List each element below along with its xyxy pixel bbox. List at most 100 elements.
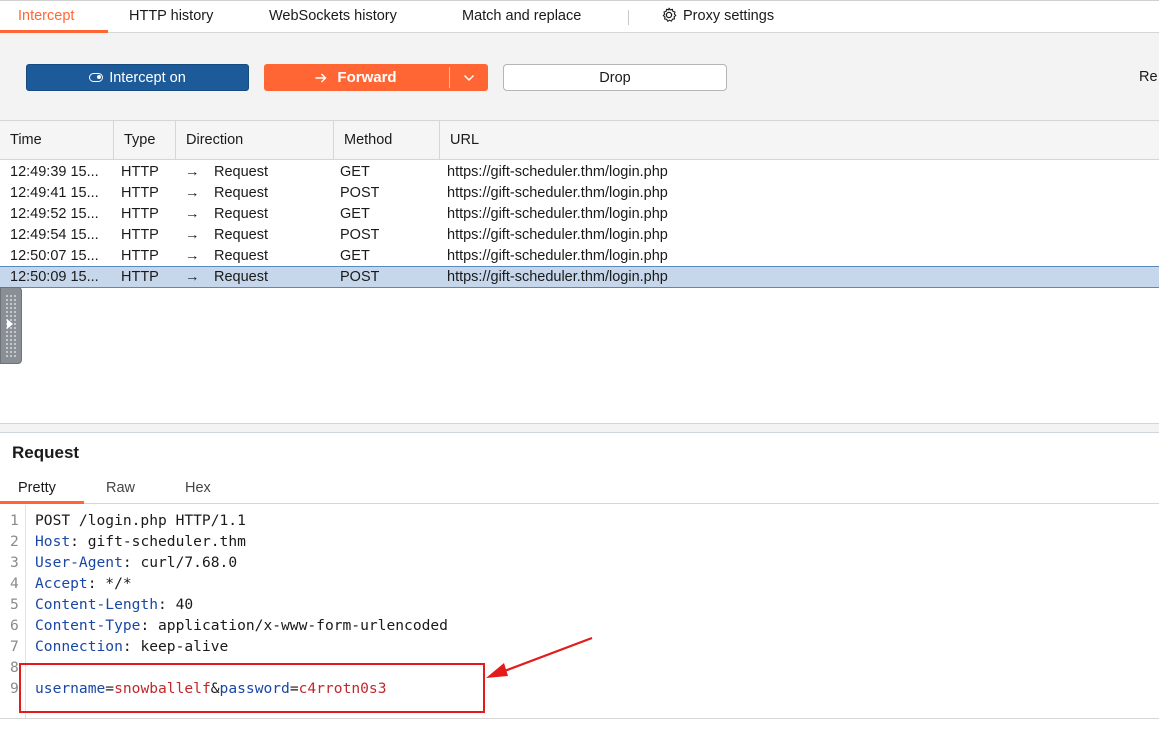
- cell-type: HTTP: [121, 248, 159, 264]
- cell-direction: Request: [214, 164, 269, 180]
- cell-url: https://gift-scheduler.thm/login.php: [447, 248, 668, 264]
- header-value: gift-scheduler.thm: [87, 533, 246, 550]
- header-value: 40: [175, 596, 194, 613]
- header-name: Accept: [35, 575, 88, 592]
- expand-arrow-icon: [7, 319, 13, 329]
- tab-hex[interactable]: Hex: [185, 474, 211, 504]
- cell-time: 12:50:07 15...: [10, 248, 99, 264]
- line-number: 6: [10, 617, 19, 634]
- forward-dropdown-button[interactable]: [450, 64, 488, 91]
- bottom-area: [0, 720, 1159, 730]
- header-value: */*: [105, 575, 132, 592]
- table-row-selected[interactable]: 12:50:09 15... HTTP → Request POST https…: [0, 266, 1159, 288]
- cell-time: 12:49:52 15...: [10, 206, 99, 222]
- tab-proxy-settings[interactable]: Proxy settings: [661, 0, 774, 33]
- tab-match-and-replace[interactable]: Match and replace: [462, 0, 581, 33]
- cell-time: 12:49:54 15...: [10, 227, 99, 243]
- tab-separator: [628, 10, 629, 25]
- line-number: 4: [10, 575, 19, 592]
- cell-direction: Request: [214, 269, 269, 285]
- cell-url: https://gift-scheduler.thm/login.php: [447, 164, 668, 180]
- pane-splitter[interactable]: [0, 423, 1159, 433]
- cell-type: HTTP: [121, 269, 159, 285]
- tab-raw[interactable]: Raw: [106, 474, 135, 504]
- line-number: 5: [10, 596, 19, 613]
- arrow-right-icon: →: [185, 269, 200, 285]
- cell-type: HTTP: [121, 164, 159, 180]
- table-row[interactable]: 12:49:39 15... HTTP → Request GET https:…: [0, 162, 1159, 183]
- header-separator: :: [70, 533, 88, 550]
- header-value: application/x-www-form-urlencoded: [158, 617, 448, 634]
- truncated-toolbar-button[interactable]: Re: [1139, 69, 1158, 85]
- forward-button[interactable]: Forward: [264, 64, 488, 91]
- arrow-right-icon: →: [185, 206, 200, 222]
- header-separator: :: [122, 638, 141, 655]
- line-number: 1: [10, 512, 19, 529]
- header-line: User-Agent: curl/7.68.0: [35, 552, 237, 573]
- header-separator: :: [122, 554, 141, 571]
- header-name: Content-Type: [35, 617, 141, 634]
- cell-type: HTTP: [121, 206, 159, 222]
- arrow-right-icon: →: [185, 185, 200, 201]
- forward-main[interactable]: Forward: [264, 64, 448, 91]
- header-name: Content-Length: [35, 596, 159, 613]
- arrow-right-icon: [315, 73, 327, 82]
- header-separator: :: [87, 575, 106, 592]
- cell-direction: Request: [214, 248, 269, 264]
- table-header: Time Type Direction Method URL: [0, 121, 1159, 160]
- table-row[interactable]: 12:49:52 15... HTTP → Request GET https:…: [0, 204, 1159, 225]
- header-separator: :: [140, 617, 159, 634]
- header-line: Connection: keep-alive: [35, 636, 228, 657]
- intercept-toggle-label: Intercept on: [109, 69, 186, 86]
- proxy-tab-bar: Intercept HTTP history WebSockets histor…: [0, 0, 1159, 33]
- column-header-method[interactable]: Method: [334, 121, 440, 160]
- cell-method: POST: [340, 185, 380, 201]
- header-line: Accept: */*: [35, 573, 132, 594]
- chevron-down-icon: [463, 74, 475, 81]
- tab-intercept[interactable]: Intercept: [18, 0, 74, 33]
- cell-time: 12:50:09 15...: [10, 269, 99, 285]
- cell-type: HTTP: [121, 185, 159, 201]
- arrow-right-icon: →: [185, 227, 200, 243]
- table-row[interactable]: 12:50:07 15... HTTP → Request GET https:…: [0, 246, 1159, 267]
- annotation-arrow-icon: [486, 636, 593, 678]
- drop-button[interactable]: Drop: [503, 64, 727, 91]
- intercept-toggle-button[interactable]: Intercept on: [26, 64, 249, 91]
- header-name: User-Agent: [35, 554, 123, 571]
- request-pane-title: Request: [12, 443, 80, 462]
- cell-direction: Request: [214, 206, 269, 222]
- column-header-direction[interactable]: Direction: [176, 121, 334, 160]
- table-row[interactable]: 12:49:54 15... HTTP → Request POST https…: [0, 225, 1159, 246]
- cell-url: https://gift-scheduler.thm/login.php: [447, 206, 668, 222]
- header-line: Host: gift-scheduler.thm: [35, 531, 246, 552]
- table-row[interactable]: 12:49:41 15... HTTP → Request POST https…: [0, 183, 1159, 204]
- tab-http-history[interactable]: HTTP history: [129, 0, 213, 33]
- cell-time: 12:49:39 15...: [10, 164, 99, 180]
- cell-url: https://gift-scheduler.thm/login.php: [447, 227, 668, 243]
- cell-direction: Request: [214, 185, 269, 201]
- cell-method: GET: [340, 164, 370, 180]
- cell-time: 12:49:41 15...: [10, 185, 99, 201]
- arrow-right-icon: →: [185, 164, 200, 180]
- toggle-icon: [89, 73, 104, 82]
- header-value: keep-alive: [140, 638, 229, 655]
- proxy-settings-label: Proxy settings: [683, 8, 775, 24]
- line-number: 7: [10, 638, 19, 655]
- tab-pretty[interactable]: Pretty: [18, 474, 56, 504]
- header-name: Host: [35, 533, 71, 550]
- column-header-type[interactable]: Type: [114, 121, 176, 160]
- cell-url: https://gift-scheduler.thm/login.php: [447, 269, 668, 285]
- tab-pretty-underline: [0, 501, 84, 504]
- cell-method: POST: [340, 269, 380, 285]
- cell-method: GET: [340, 206, 370, 222]
- line-number: 3: [10, 554, 19, 571]
- tab-websockets-history[interactable]: WebSockets history: [269, 0, 397, 33]
- side-panel-handle[interactable]: [0, 287, 22, 364]
- column-header-time[interactable]: Time: [0, 121, 114, 160]
- cell-method: GET: [340, 248, 370, 264]
- forward-label: Forward: [337, 69, 397, 86]
- header-value: curl/7.68.0: [140, 554, 238, 571]
- request-view-tabs: Pretty Raw Hex: [0, 474, 1159, 504]
- column-header-url[interactable]: URL: [440, 121, 1159, 160]
- annotation-highlight-box: [19, 663, 485, 713]
